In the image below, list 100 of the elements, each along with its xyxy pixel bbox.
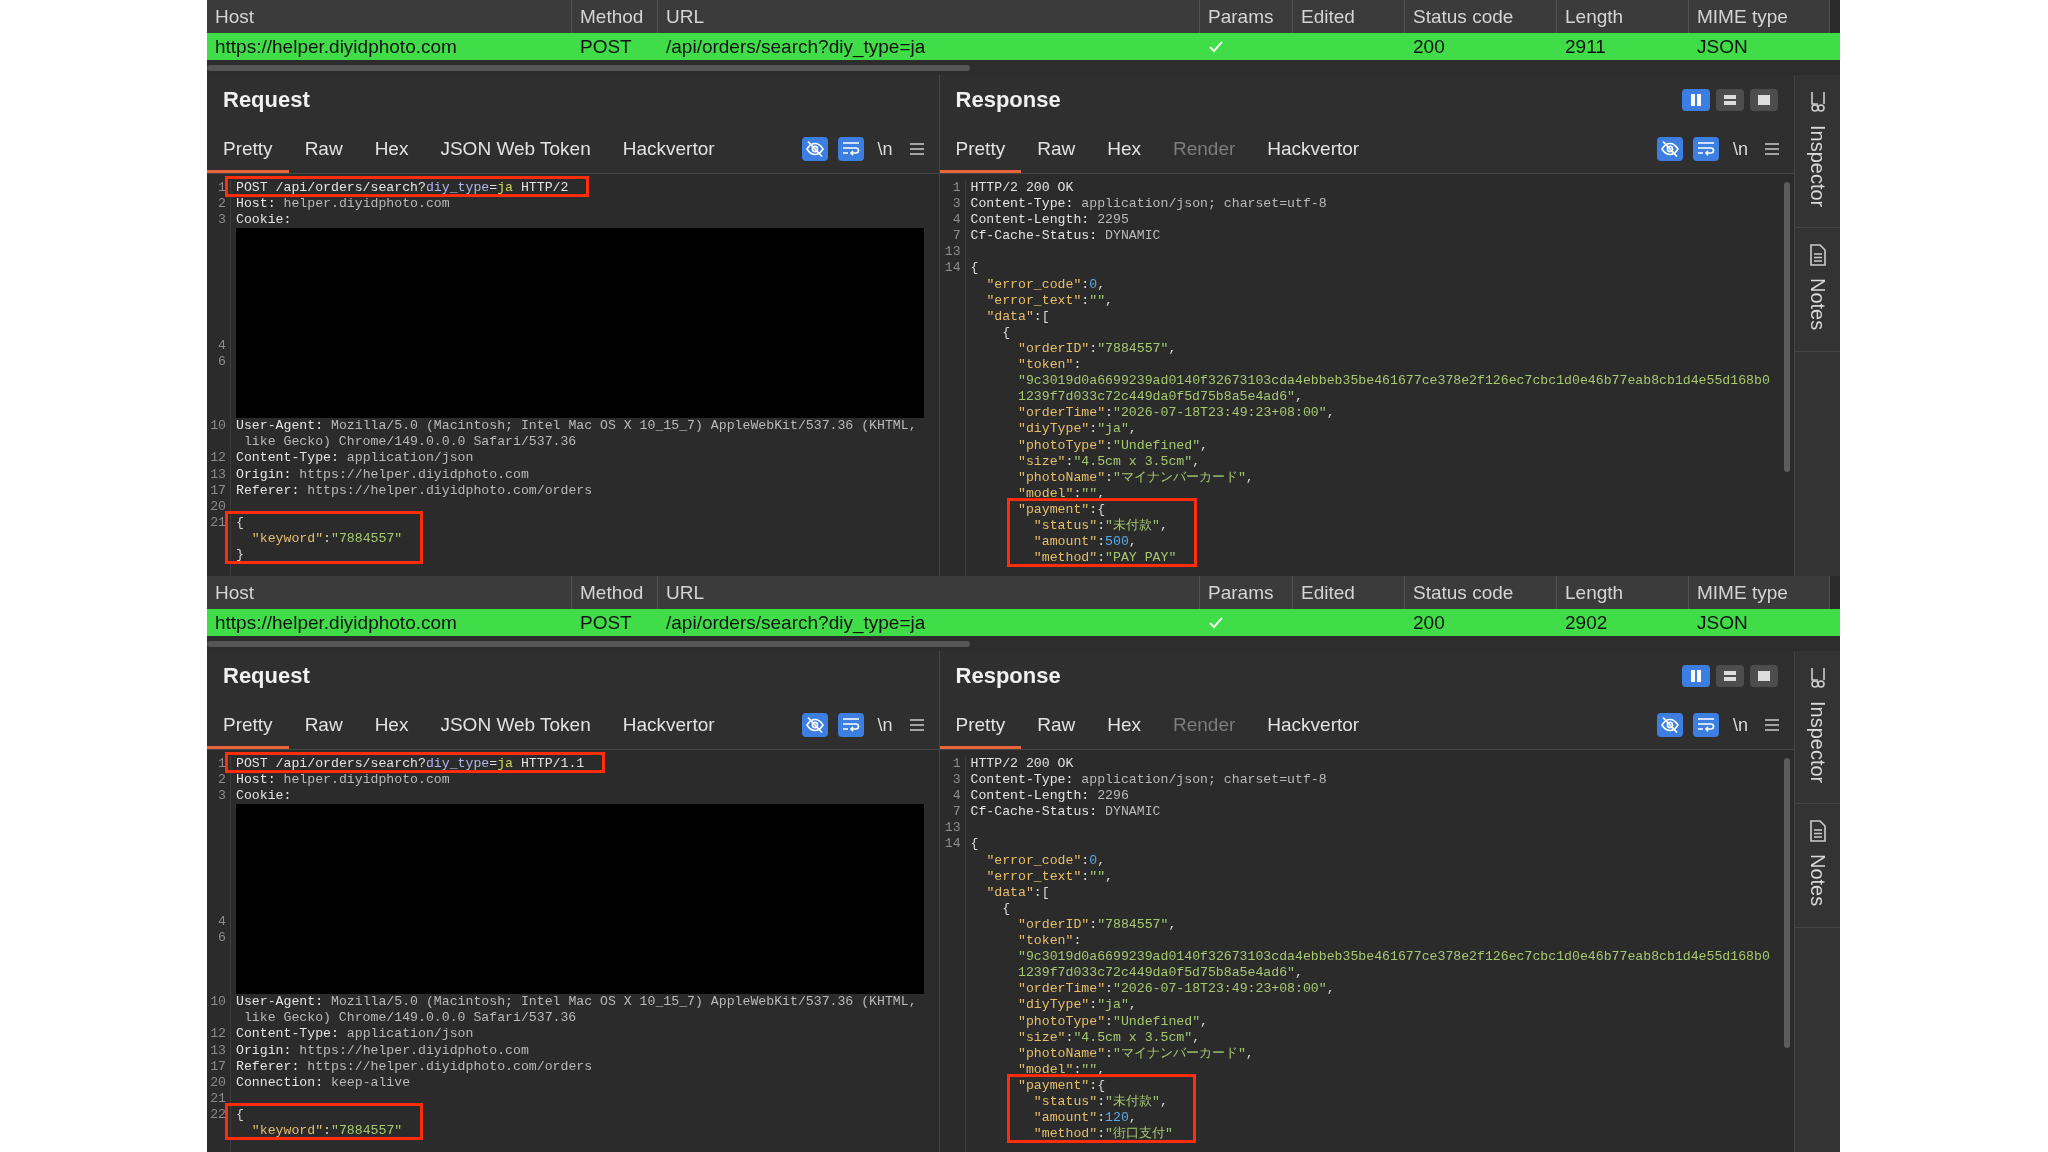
code-line: POST /api/orders/search?diy_type=ja HTTP/2 <box>236 180 570 197</box>
table-cell: /api/orders/search?diy_type=ja <box>666 35 926 58</box>
code-line: "status":"未付款", <box>1032 1093 1169 1111</box>
code-line: Content-Type: application/json; charset=utf-8 <box>970 196 1328 213</box>
tab[interactable]: JSON Web Token <box>424 125 607 173</box>
code-line: Content-Length: 2295 <box>970 212 1130 229</box>
line-number: 7 <box>951 804 961 821</box>
tab[interactable]: Hex <box>358 701 425 749</box>
side-tab[interactable]: Inspector <box>1795 651 1840 805</box>
code-line: "photoType":"Undefined", <box>1017 1013 1209 1030</box>
rows-icon <box>1724 94 1736 106</box>
code-line: "model":"", <box>1017 485 1107 502</box>
toggle-button[interactable] <box>837 137 864 161</box>
code-line: "error_text":"", <box>985 292 1114 309</box>
tab[interactable]: Hackvertor <box>1251 125 1376 173</box>
menu-icon <box>1764 142 1780 156</box>
tab[interactable]: Pretty <box>939 701 1022 749</box>
code-line: "size":"4.5cm x 3.5cm", <box>1017 453 1202 470</box>
tab[interactable]: Hex <box>1091 701 1157 749</box>
line-number: 17 <box>209 482 226 499</box>
table-row[interactable]: https://helper.diyidphoto.com POST /api/orders/search?diy_type=ja 200 2911 JSON <box>207 33 1840 60</box>
code-line: "payment":{ <box>1017 1077 1107 1094</box>
layout-button[interactable] <box>1750 89 1778 111</box>
code-line: Cookie: <box>236 212 293 229</box>
tab[interactable]: Pretty <box>939 125 1022 173</box>
layout-button[interactable] <box>1682 665 1710 687</box>
table-row[interactable]: https://helper.diyidphoto.com POST /api/orders/search?diy_type=ja 200 2902 JSON <box>207 609 1840 636</box>
tab[interactable]: JSON Web Token <box>424 701 607 749</box>
scrollbar[interactable] <box>207 640 970 647</box>
toggle-button[interactable] <box>1693 713 1719 737</box>
line-number: 14 <box>943 260 961 277</box>
line-number: 1 <box>217 180 226 197</box>
table-cell: 2911 <box>1565 35 1606 58</box>
layout-button[interactable] <box>1682 89 1710 111</box>
document-icon <box>1808 820 1827 843</box>
toggle-button[interactable] <box>801 713 828 737</box>
code-line: "diyType":"ja", <box>1017 997 1138 1014</box>
tab[interactable]: Hex <box>358 125 425 173</box>
table-cell: 200 <box>1413 35 1445 58</box>
toggle-button[interactable] <box>1657 713 1683 737</box>
code-line: Content-Length: 2296 <box>970 788 1130 805</box>
tab[interactable]: Hackvertor <box>606 125 731 173</box>
tab[interactable]: Pretty <box>207 701 289 749</box>
tab[interactable]: Hackvertor <box>1251 701 1376 749</box>
code-line: Origin: https://helper.diyidphoto.com <box>236 466 530 483</box>
toggle-button[interactable] <box>1657 137 1683 161</box>
code-line: "size":"4.5cm x 3.5cm", <box>1017 1029 1202 1046</box>
newline-toggle[interactable]: \n <box>1729 714 1752 736</box>
pane-title: Request <box>223 663 310 689</box>
menu-button[interactable] <box>1762 718 1782 732</box>
toggle-button[interactable] <box>1693 137 1719 161</box>
tab[interactable]: Pretty <box>207 125 289 173</box>
toggle-button[interactable] <box>837 713 864 737</box>
table-cell: JSON <box>1697 35 1748 58</box>
code-line: "amount":500, <box>1032 534 1138 551</box>
layout-button[interactable] <box>1716 665 1744 687</box>
code-line: "status":"未付款", <box>1032 517 1169 535</box>
newline-toggle[interactable]: \n <box>873 138 897 160</box>
columns-icon <box>1690 94 1702 106</box>
toggle-button[interactable] <box>801 137 828 161</box>
code-line: "method":"街口支付" <box>1032 1126 1174 1143</box>
tab[interactable]: Raw <box>288 125 359 173</box>
table-cell: /api/orders/search?diy_type=ja <box>666 611 926 634</box>
code-line: "photoType":"Undefined", <box>1017 437 1209 454</box>
line-number: 10 <box>209 994 226 1011</box>
tab[interactable]: Raw <box>288 701 359 749</box>
line-number: 3 <box>217 212 226 229</box>
line-number: 1 <box>217 756 226 773</box>
tab[interactable]: Raw <box>1021 125 1092 173</box>
eye-slash-icon <box>1660 140 1680 158</box>
code-line: { <box>1001 324 1012 341</box>
code-line: "error_text":"", <box>985 868 1114 885</box>
code-line: "photoName":"マイナンバーカード", <box>1017 1045 1255 1062</box>
sliders-icon <box>1809 91 1826 113</box>
side-tab[interactable]: Inspector <box>1795 75 1840 229</box>
layout-button[interactable] <box>1750 665 1778 687</box>
scrollbar[interactable] <box>207 64 970 71</box>
scrollbar[interactable] <box>1830 576 1840 609</box>
line-number: 10 <box>209 418 226 435</box>
code-line: { <box>236 1106 245 1124</box>
layout-button[interactable] <box>1716 89 1744 111</box>
code-line: "payment":{ <box>1017 501 1107 518</box>
scrollbar[interactable] <box>1830 0 1840 33</box>
line-number: 14 <box>943 836 961 853</box>
tab[interactable]: Hackvertor <box>606 701 731 749</box>
newline-toggle[interactable]: \n <box>873 714 897 736</box>
table-cell: POST <box>580 611 632 634</box>
columns-icon <box>1690 670 1702 682</box>
menu-button[interactable] <box>1762 142 1782 156</box>
code-line: { <box>970 836 980 853</box>
side-tab[interactable]: Notes <box>1795 228 1840 352</box>
pane-title: Response <box>955 663 1061 689</box>
wrap-lines-icon <box>1697 717 1715 733</box>
menu-icon <box>908 718 925 732</box>
newline-toggle[interactable]: \n <box>1729 138 1752 160</box>
code-line: "method":"PAY PAY" <box>1032 550 1178 567</box>
tab[interactable]: Raw <box>1021 701 1092 749</box>
tab[interactable]: Hex <box>1091 125 1157 173</box>
pane-title: Response <box>955 87 1061 113</box>
side-tab[interactable]: Notes <box>1795 804 1840 928</box>
